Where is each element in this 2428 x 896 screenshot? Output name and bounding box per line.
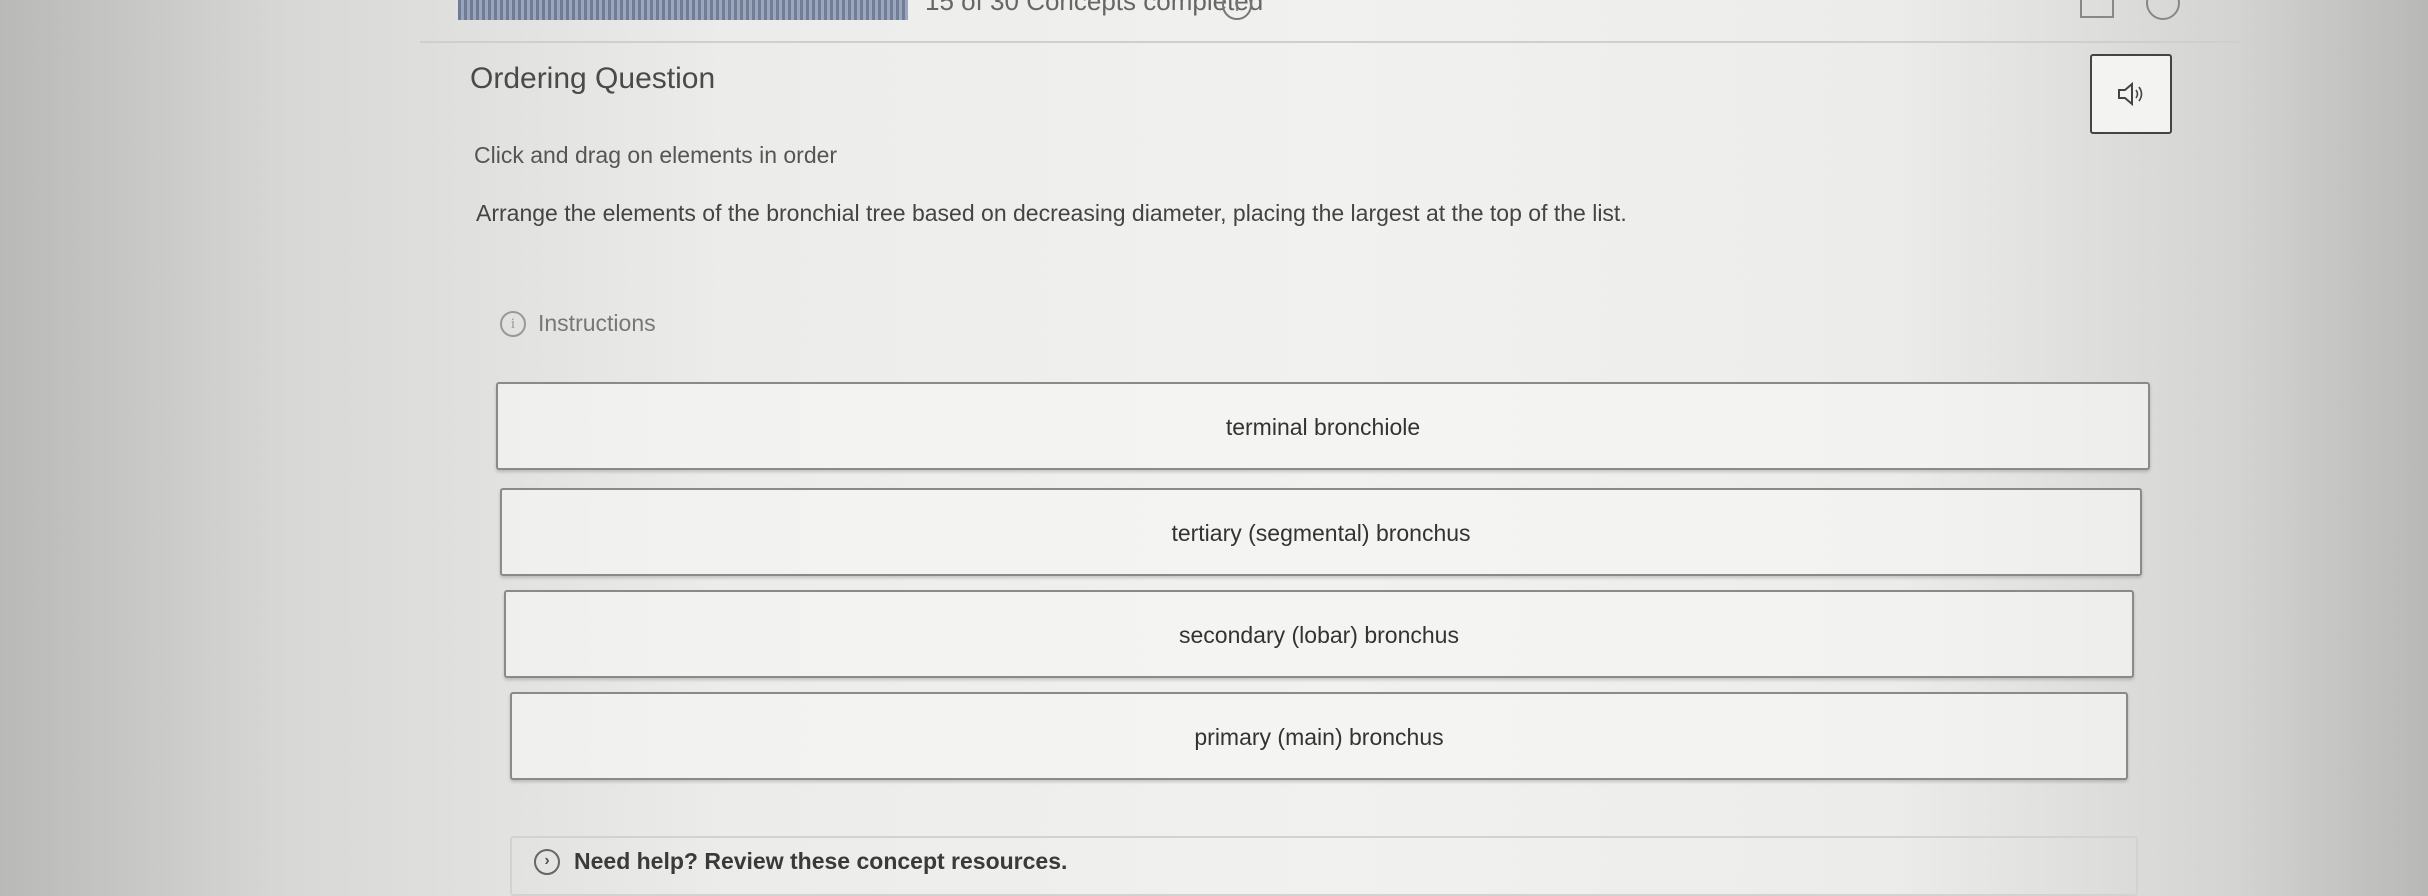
order-item-label: secondary (lobar) bronchus [1179, 622, 1459, 648]
info-icon: i [500, 310, 526, 337]
order-item-label: tertiary (segmental) bronchus [1171, 520, 1471, 546]
question-prompt: Arrange the elements of the bronchial tr… [476, 200, 1627, 226]
chevron-right-icon: › [534, 848, 560, 875]
order-item-primary-bronchus[interactable]: primary (main) bronchus [510, 692, 2128, 780]
progress-bar [458, 0, 908, 20]
order-item-terminal-bronchiole[interactable]: terminal bronchiole [496, 382, 2150, 470]
help-label: Need help? Review these concept resource… [574, 848, 1068, 874]
header-divider [420, 41, 2240, 43]
order-item-label: primary (main) bronchus [1194, 724, 1444, 750]
order-item-tertiary-bronchus[interactable]: tertiary (segmental) bronchus [500, 488, 2142, 576]
order-item-label: terminal bronchiole [1225, 414, 1421, 440]
menu-circle-icon[interactable] [2146, 0, 2180, 20]
question-title: Ordering Question [470, 62, 716, 95]
instructions-label: Instructions [538, 310, 656, 336]
order-item-secondary-bronchus[interactable]: secondary (lobar) bronchus [504, 590, 2134, 678]
top-bar: 15 of 30 Concepts completed i [0, 0, 2428, 43]
help-toggle[interactable]: › Need help? Review these concept resour… [534, 848, 1067, 875]
progress-text: 15 of 30 Concepts completed [925, 0, 1264, 16]
progress-info-icon[interactable]: i [1222, 0, 1252, 20]
read-aloud-button[interactable] [2090, 54, 2172, 134]
question-subtitle: Click and drag on elements in order [474, 142, 838, 168]
speaker-icon [2118, 81, 2143, 107]
instructions-toggle[interactable]: i Instructions [500, 310, 656, 337]
book-icon[interactable] [2080, 0, 2114, 18]
